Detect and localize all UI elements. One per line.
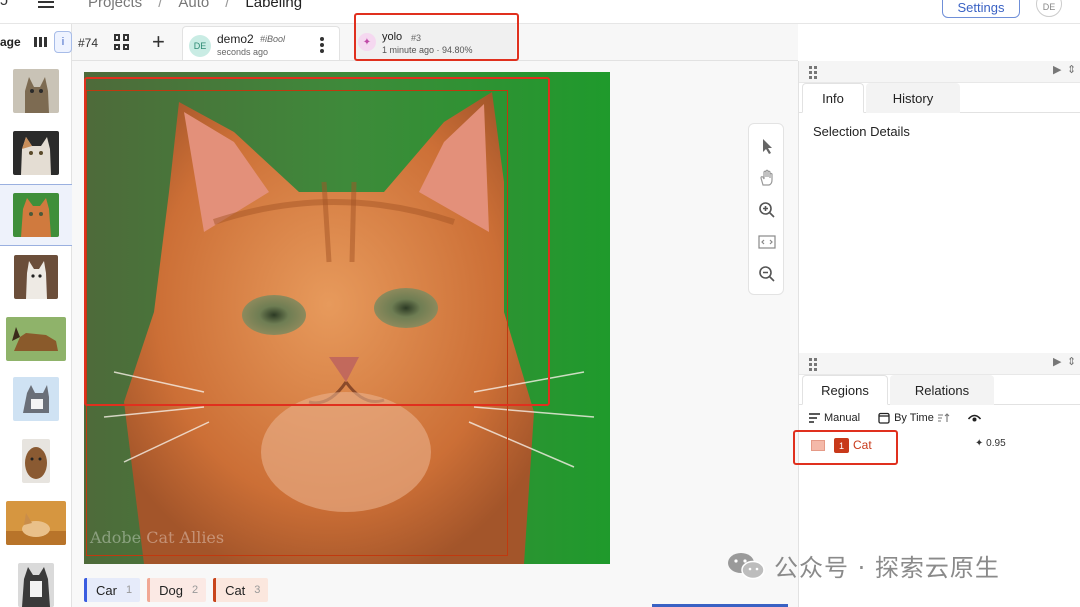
more-options-icon[interactable] bbox=[320, 37, 324, 55]
expand-icon[interactable]: ⇕ bbox=[1067, 63, 1076, 76]
columns-view-icon[interactable] bbox=[34, 37, 47, 47]
collapse-icon[interactable]: ▶ bbox=[1053, 63, 1061, 76]
settings-button[interactable]: Settings bbox=[942, 0, 1020, 18]
drag-handle-icon bbox=[809, 358, 817, 371]
selection-details-title: Selection Details bbox=[813, 124, 910, 139]
hand-icon[interactable] bbox=[755, 166, 779, 190]
filter-by-time-label: By Time bbox=[894, 412, 934, 424]
task-id: #74 bbox=[78, 36, 99, 50]
thumbnail-item[interactable] bbox=[0, 310, 72, 368]
thumbnail-dog-brown bbox=[22, 439, 50, 483]
drag-handle-icon bbox=[809, 66, 817, 79]
annotator-avatar: DE bbox=[189, 35, 211, 57]
label-chip-dog[interactable]: Dog 2 bbox=[147, 578, 207, 602]
canvas-toolbar bbox=[748, 123, 784, 295]
sparkle-icon: ✦ bbox=[975, 438, 984, 449]
expand-icon[interactable]: ⇕ bbox=[1067, 355, 1076, 368]
annotation-name: demo2 bbox=[217, 32, 254, 46]
pointer-icon[interactable] bbox=[755, 134, 779, 158]
thumbnail-dog-white bbox=[14, 255, 58, 299]
zoom-out-icon[interactable] bbox=[755, 262, 779, 286]
thumbnail-item-selected[interactable] bbox=[0, 184, 72, 246]
label-name: Cat bbox=[225, 582, 246, 598]
panel-drag-handle[interactable]: ▶ ⇕ bbox=[799, 61, 1080, 83]
thumbnail-item[interactable] bbox=[0, 432, 72, 490]
breadcrumb-separator: / bbox=[225, 0, 230, 11]
breadcrumb: Projects / Auto / Labeling bbox=[88, 0, 302, 11]
label-chip-car[interactable]: Car 1 bbox=[84, 578, 141, 602]
region-tabs: Regions Relations bbox=[799, 375, 1080, 405]
thumbnail-dog-husky-snow bbox=[13, 377, 59, 421]
zoom-in-icon[interactable] bbox=[755, 198, 779, 222]
sort-order-icon bbox=[937, 413, 950, 422]
annotation-tab-demo2[interactable]: DE demo2 #iBool seconds ago bbox=[182, 26, 340, 60]
breadcrumb-separator: / bbox=[158, 0, 163, 11]
wechat-watermark: 公众号 · 探索云原生 bbox=[726, 548, 1000, 583]
side-panel: ▶ ⇕ Info History Selection Details ▶ ⇕ R… bbox=[798, 61, 1080, 607]
filter-manual-label: Manual bbox=[824, 412, 861, 424]
info-view-button[interactable]: i bbox=[54, 31, 72, 53]
add-annotation-icon[interactable]: + bbox=[152, 29, 165, 55]
thumbnail-item[interactable] bbox=[0, 248, 72, 306]
thumbnail-cat-orange bbox=[13, 193, 59, 237]
thumbnail-cat-white bbox=[13, 131, 59, 175]
thumbnail-dog-husky bbox=[18, 563, 54, 607]
fit-screen-icon[interactable] bbox=[755, 230, 779, 254]
region-score-value: 0.95 bbox=[986, 438, 1006, 449]
label-chip-cat[interactable]: Cat 3 bbox=[213, 578, 269, 602]
wechat-icon bbox=[728, 552, 765, 579]
tab-relations[interactable]: Relations bbox=[890, 375, 994, 405]
annotation-time: seconds ago bbox=[217, 47, 269, 57]
thumbnail-item[interactable] bbox=[0, 494, 72, 552]
highlight-box bbox=[84, 77, 550, 406]
thumbnail-item[interactable] bbox=[0, 370, 72, 428]
tab-history[interactable]: History bbox=[866, 83, 960, 113]
thumbnail-item[interactable] bbox=[0, 124, 72, 182]
tab-regions[interactable]: Regions bbox=[802, 375, 888, 405]
list-icon bbox=[809, 413, 820, 423]
info-tabs: Info History bbox=[799, 83, 1080, 113]
tab-info[interactable]: Info bbox=[802, 83, 864, 113]
thumbnail-item[interactable] bbox=[0, 62, 72, 120]
group-manual-button[interactable]: Manual bbox=[809, 412, 860, 424]
breadcrumb-auto[interactable]: Auto bbox=[178, 0, 209, 11]
watermark-text: 公众号 · 探索云原生 bbox=[774, 554, 1000, 582]
label-name: Car bbox=[96, 582, 117, 598]
panel-drag-handle[interactable]: ▶ ⇕ bbox=[799, 353, 1080, 375]
task-thumbnail-list: age i bbox=[0, 24, 72, 607]
thumbnail-dog-shepherd bbox=[6, 317, 66, 361]
thumbnail-list-header: age i bbox=[0, 24, 72, 60]
visibility-toggle[interactable] bbox=[967, 414, 981, 423]
label-hotkey: 3 bbox=[254, 584, 261, 596]
image-watermark: Adobe Cat Allies bbox=[90, 528, 225, 547]
user-avatar[interactable]: DE bbox=[1036, 0, 1062, 17]
top-header: ʖ Projects / Auto / Labeling Settings DE bbox=[0, 0, 1080, 24]
calendar-icon bbox=[878, 412, 890, 424]
thumbnail-dog-corgi-autumn bbox=[6, 501, 66, 545]
label-hotkey: 1 bbox=[125, 584, 133, 596]
label-hotkey: 2 bbox=[191, 584, 199, 596]
grid-view-icon[interactable] bbox=[114, 34, 130, 50]
breadcrumb-labeling: Labeling bbox=[245, 0, 303, 11]
label-chips: Car 1 Dog 2 Cat 3 bbox=[84, 578, 269, 602]
label-name: Dog bbox=[159, 582, 183, 598]
thumbnail-cat-tabby bbox=[13, 69, 59, 113]
breadcrumb-projects[interactable]: Projects bbox=[88, 0, 142, 11]
highlight-box bbox=[354, 13, 519, 61]
menu-icon[interactable] bbox=[38, 0, 54, 8]
thumbnail-item[interactable] bbox=[0, 556, 72, 607]
view-label: age bbox=[0, 35, 21, 49]
sort-by-time-button[interactable]: By Time bbox=[878, 412, 950, 424]
highlight-box bbox=[793, 430, 898, 465]
logo-icon: ʖ bbox=[0, 0, 8, 9]
eye-icon bbox=[967, 414, 981, 421]
region-filters: Manual By Time bbox=[809, 409, 999, 427]
collapse-icon[interactable]: ▶ bbox=[1053, 355, 1061, 368]
annotation-tag: #iBool bbox=[260, 34, 286, 44]
region-score: ✦ 0.95 bbox=[975, 438, 1006, 449]
